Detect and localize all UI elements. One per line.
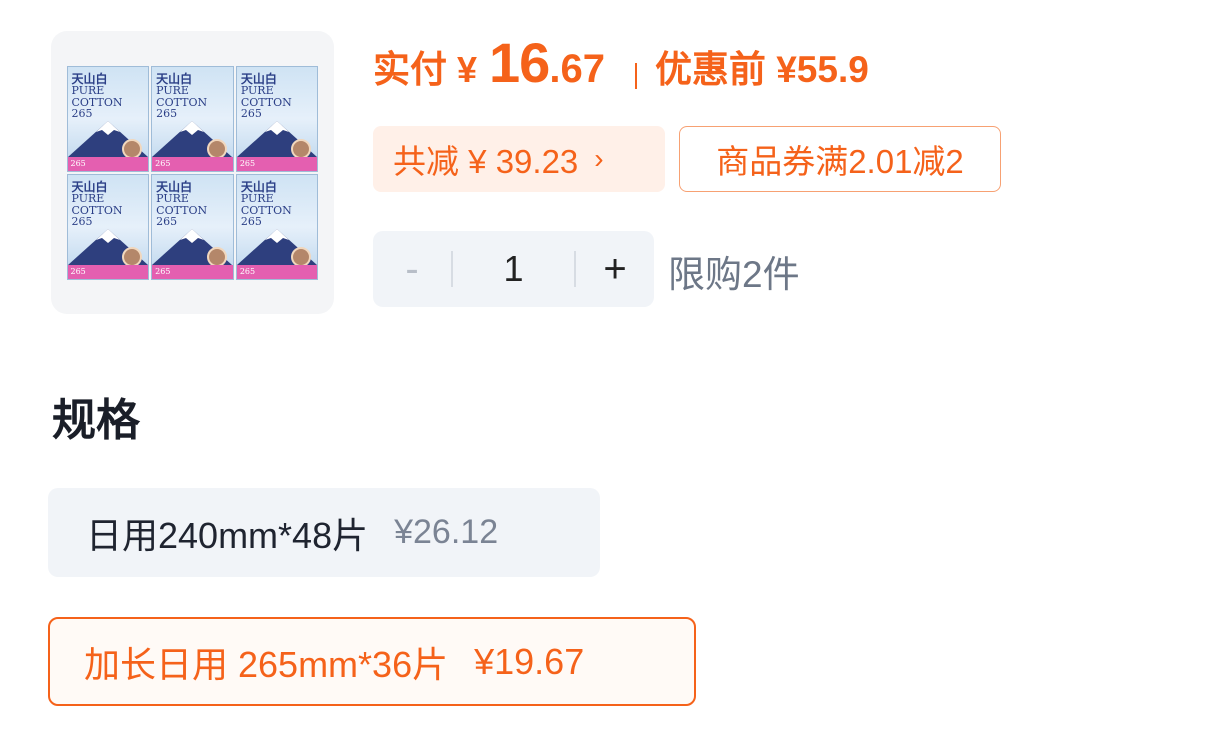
pack-image: 天山白 PURE COTTON 265 265 [66,173,150,280]
spec-option[interactable]: 日用240mm*48片 ¥26.12 [48,488,600,577]
product-image: 天山白 PURE COTTON 265 265 天山白 PURE COTTON 265 26… [66,65,319,280]
pack-image: 天山白 PURE COTTON 265 265 [235,65,319,172]
original-price: 优惠前 ¥55.9 [654,49,869,90]
pack-image: 天山白 PURE COTTON 265 265 [151,173,234,280]
decrease-button[interactable]: - [373,231,451,307]
price-integer: 16 [489,31,550,94]
increase-button[interactable]: + [576,231,654,307]
spec-option-price: ¥19.67 [474,640,585,682]
coupon-label: 商品券满2.01减2 [716,143,964,180]
pack-image: 天山白 PURE COTTON 265 265 [66,65,150,172]
spec-title: 规格 [52,396,140,445]
pay-label: 实付 [373,49,447,90]
price-decimal: .67 [549,47,605,91]
price-row: 实付 ¥ 16 .67 优惠前 ¥55.9 [373,30,869,110]
pack-image: 天山白 PURE COTTON 265 265 [235,173,319,280]
chevron-right-icon: › [594,143,604,174]
spec-option-label: 日用240mm*48片 [86,514,369,556]
product-spec-panel: 天山白 PURE COTTON 265 265 天山白 PURE COTTON 265 26… [0,0,1206,747]
currency-symbol: ¥ [457,49,478,90]
total-discount-tag[interactable]: 共减 ¥ 39.23 › [373,126,665,192]
quantity-value[interactable]: 1 [453,231,574,307]
purchase-limit: 限购2件 [668,254,800,295]
quantity-stepper: - 1 + [373,231,654,307]
coupon-tag: 商品券满2.01减2 [679,126,1001,192]
spec-option-price: ¥26.12 [394,513,499,551]
spec-option-label: 加长日用 265mm*36片 [84,643,449,685]
total-discount-label: 共减 ¥ 39.23 [393,143,579,180]
spec-option-selected[interactable]: 加长日用 265mm*36片 ¥19.67 [48,617,696,706]
pack-image: 天山白 PURE COTTON 265 265 [151,65,234,172]
product-thumbnail[interactable]: 天山白 PURE COTTON 265 265 天山白 PURE COTTON 265 26… [51,31,334,314]
price-divider [634,63,637,89]
